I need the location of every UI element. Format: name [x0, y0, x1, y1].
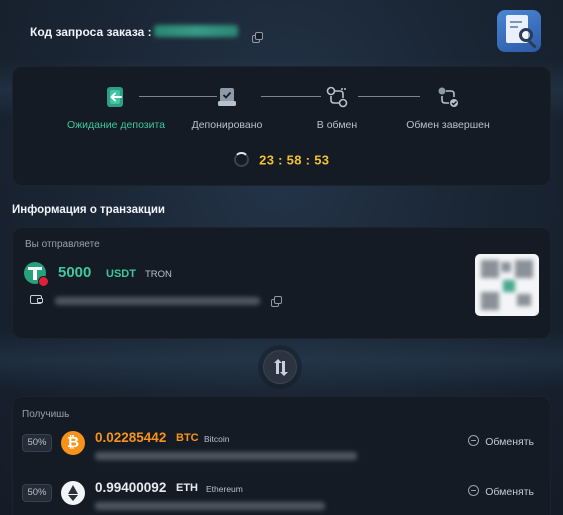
receive-row-btc: 50% 0.02285442 BTC Bitcoin Обменять — [13, 425, 550, 471]
receive-address-redacted — [95, 502, 325, 510]
receive-label: Получишь — [22, 409, 70, 420]
allocation-percent-badge: 50% — [22, 484, 52, 502]
allocation-percent-badge: 50% — [22, 434, 52, 452]
countdown-timer: 23 : 58 : 53 — [13, 151, 550, 169]
send-panel: Вы отправляете 5000 USDT TRON — [12, 227, 551, 339]
receive-ticker: ETH — [176, 482, 198, 494]
wallet-icon — [30, 295, 43, 304]
receive-coin-name: Bitcoin — [204, 434, 230, 444]
transaction-info-title: Информация о транзакции — [12, 204, 165, 216]
exchange-nodes-icon — [325, 85, 349, 109]
deposit-address-redacted — [55, 297, 260, 305]
send-network: TRON — [145, 269, 172, 280]
countdown-text: 23 : 58 : 53 — [259, 152, 330, 168]
order-code-value-redacted — [154, 25, 238, 37]
exchange-button-label: Обменять — [485, 486, 534, 498]
exchange-button[interactable]: Обменять — [468, 435, 534, 448]
order-header: Код запроса заказа : — [12, 8, 551, 56]
exchange-complete-icon — [436, 85, 460, 109]
step-label: Обмен завершен — [406, 119, 490, 131]
exchange-icon — [468, 485, 480, 496]
receive-coin-name: Ethereum — [206, 484, 243, 494]
deposit-qr-code — [475, 254, 539, 316]
arrow-down-icon — [279, 361, 288, 376]
step-exchange-complete: Обмен завершен — [383, 85, 513, 131]
send-label: Вы отправляете — [25, 239, 100, 250]
receive-ticker: BTC — [176, 432, 199, 444]
send-ticker: USDT — [106, 268, 136, 280]
receive-amount: 0.02285442 — [95, 430, 167, 445]
exchange-button-label: Обменять — [485, 436, 534, 448]
receive-address-redacted — [95, 452, 357, 460]
swap-direction-button[interactable] — [263, 350, 297, 384]
loading-spinner-icon — [233, 152, 249, 168]
deposit-enter-icon — [104, 85, 128, 109]
order-progress: Ожидание депозита Депонировано В обмен О… — [12, 66, 551, 186]
order-code-label: Код запроса заказа : — [30, 25, 152, 39]
ethereum-icon — [61, 481, 85, 505]
deposit-box-icon — [215, 85, 239, 109]
exchange-icon — [468, 435, 480, 446]
receive-amount: 0.99400092 — [95, 480, 167, 495]
exchange-button[interactable]: Обменять — [468, 485, 534, 498]
receive-panel: Получишь 50% 0.02285442 BTC Bitcoin Обме… — [12, 396, 551, 515]
copy-icon[interactable] — [252, 32, 264, 44]
receive-row-eth: 50% 0.99400092 ETH Ethereum Обменять — [13, 475, 550, 515]
copy-icon[interactable] — [271, 296, 283, 308]
bitcoin-icon — [61, 431, 85, 455]
tron-network-icon — [38, 276, 49, 287]
document-search-icon — [497, 10, 541, 52]
send-amount: 5000 — [58, 264, 92, 281]
